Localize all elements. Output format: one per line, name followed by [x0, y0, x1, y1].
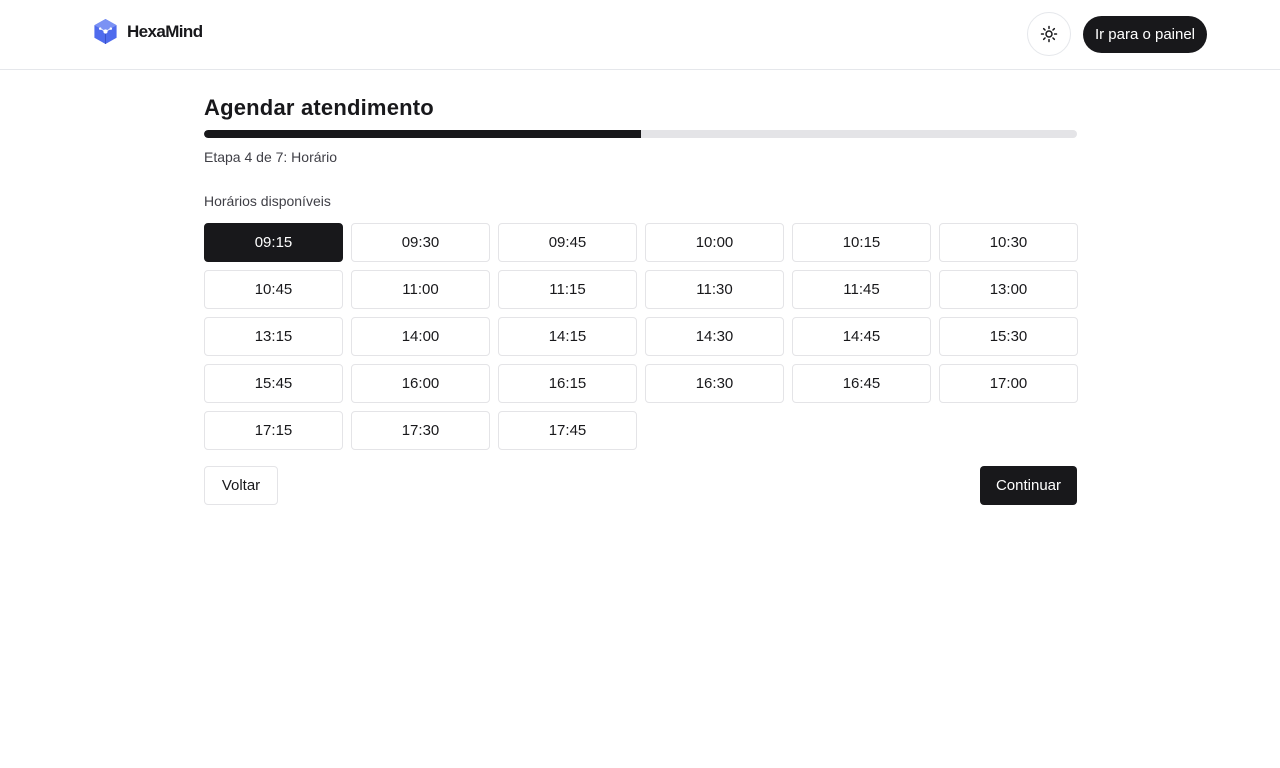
time-slot-grid: 09:15 09:30 09:45 10:00 10:15 10:30 10:45 11:00… [204, 223, 1078, 450]
page-title: Agendar atendimento [204, 95, 434, 120]
time-slot-button[interactable]: 15:30 [939, 317, 1078, 356]
time-slot-button[interactable]: 14:15 [498, 317, 637, 356]
time-slot-button[interactable]: 10:00 [645, 223, 784, 262]
time-slot-button[interactable]: 17:30 [351, 411, 490, 450]
time-slot-button[interactable]: 15:45 [204, 364, 343, 403]
time-slot-button[interactable]: 09:15 [204, 223, 343, 262]
step-label: Etapa 4 de 7: Horário [204, 149, 338, 165]
time-slot-button[interactable]: 17:45 [498, 411, 637, 450]
time-slot-button[interactable]: 09:30 [351, 223, 490, 262]
brand-name: HexaMind [127, 21, 203, 41]
time-slot-button[interactable]: 10:30 [939, 223, 1078, 262]
time-slot-button[interactable]: 16:30 [645, 364, 784, 403]
time-slot-button[interactable]: 13:00 [939, 270, 1078, 309]
go-to-dashboard-button[interactable]: Ir para o painel [1083, 16, 1207, 53]
step-progress-fill [204, 130, 641, 138]
time-slot-button[interactable]: 14:00 [351, 317, 490, 356]
continue-button[interactable]: Continuar [980, 466, 1077, 505]
time-slot-button[interactable]: 10:15 [792, 223, 931, 262]
wizard-actions: Voltar Continuar [204, 466, 1077, 505]
back-button[interactable]: Voltar [204, 466, 278, 505]
sun-icon [1040, 25, 1058, 43]
time-slot-button[interactable]: 11:45 [792, 270, 931, 309]
time-slot-button[interactable]: 11:00 [351, 270, 490, 309]
step-progress-bar [204, 130, 1077, 138]
time-slot-button[interactable]: 16:15 [498, 364, 637, 403]
time-slot-button[interactable]: 11:30 [645, 270, 784, 309]
time-slot-button[interactable]: 16:00 [351, 364, 490, 403]
available-slots-label: Horários disponíveis [204, 193, 331, 209]
theme-toggle-button[interactable] [1027, 12, 1071, 56]
time-slot-button[interactable]: 09:45 [498, 223, 637, 262]
time-slot-button[interactable]: 17:00 [939, 364, 1078, 403]
booking-wizard: Agendar atendimento Etapa 4 de 7: Horári… [204, 70, 1078, 505]
top-bar: HexaMind Ir para o painel [0, 0, 1280, 70]
brand-logo[interactable]: HexaMind [92, 18, 203, 45]
time-slot-button[interactable]: 14:30 [645, 317, 784, 356]
time-slot-button[interactable]: 14:45 [792, 317, 931, 356]
hexagon-cube-icon [92, 18, 119, 45]
time-slot-button[interactable]: 11:15 [498, 270, 637, 309]
time-slot-button[interactable]: 13:15 [204, 317, 343, 356]
time-slot-button[interactable]: 10:45 [204, 270, 343, 309]
time-slot-button[interactable]: 16:45 [792, 364, 931, 403]
time-slot-button[interactable]: 17:15 [204, 411, 343, 450]
